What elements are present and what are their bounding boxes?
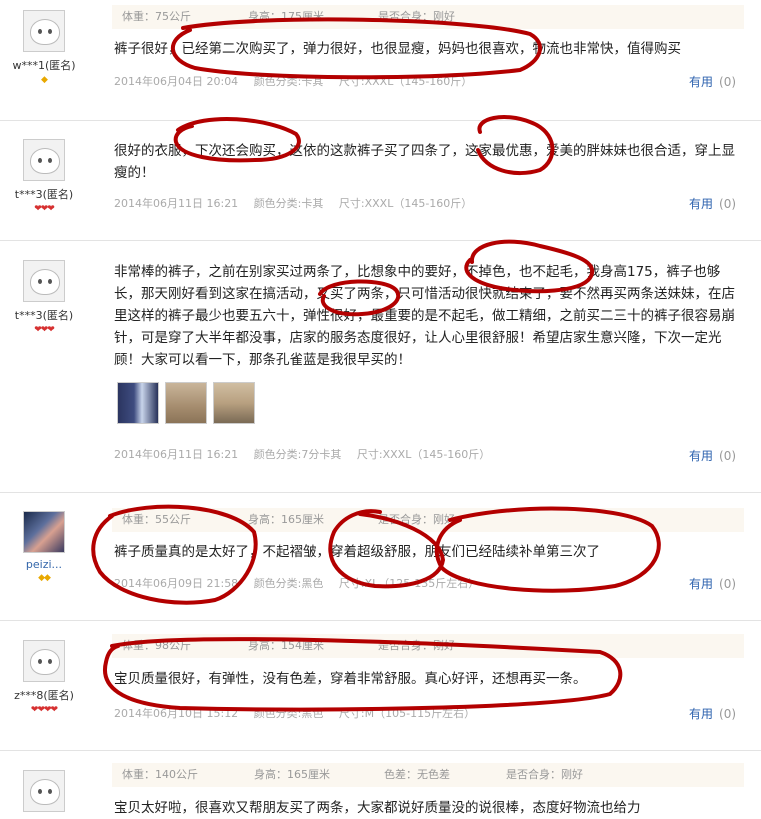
review-photo-thumbnail[interactable] (165, 382, 207, 424)
useful-count: (0) (719, 197, 737, 211)
review-color: 颜色分类:卡其 (253, 75, 324, 88)
review-photos (117, 382, 261, 428)
heart-icon: ❤❤❤ (34, 204, 55, 214)
meta-colordiff: 色差：无色差 (384, 768, 450, 781)
review-date: 2014年06月11日 16:21 (114, 448, 239, 461)
review-comment: 裤子很好，已经第二次购买了，弹力很好，也很显瘦，妈妈也很喜欢，物流也非常快，值得… (114, 41, 681, 57)
useful-vote: 有用 (0) (689, 705, 736, 722)
useful-link[interactable]: 有用 (689, 197, 713, 211)
heart-icon: ❤❤❤ (34, 325, 55, 335)
meta-fit: 是否合身：刚好 (378, 10, 455, 23)
review-date: 2014年06月09日 21:58 (114, 577, 239, 590)
useful-vote: 有用 (0) (689, 195, 736, 212)
review-comment: 很好的衣服，下次还会购买，这依的这款裤子买了四条了，这家最优惠，爱美的胖妹妹也很… (114, 143, 735, 181)
useful-count: (0) (719, 449, 737, 463)
review-size: 尺寸:XXXL（145-160斤） (338, 75, 473, 88)
meta-weight: 体重：98公斤 (122, 639, 191, 652)
default-avatar-icon[interactable] (23, 260, 65, 302)
review-item: z***8(匿名) ❤❤❤❤ 体重：98公斤 身高：154厘米 是否合身：刚好 … (0, 620, 761, 751)
useful-count: (0) (719, 75, 737, 89)
review-photo-thumbnail[interactable] (117, 382, 159, 424)
review-footer: 2014年06月09日 21:58 颜色分类:黑色 尺寸:XL（125-135斤… (114, 575, 491, 591)
meta-height: 身高：175厘米 (248, 10, 324, 23)
reviewer-name: w***1(匿名) (12, 59, 76, 72)
default-avatar-icon[interactable] (23, 640, 65, 682)
reviewer-info (0, 770, 88, 812)
reviewer-info: w***1(匿名) ◆ (0, 10, 88, 85)
meta-fit: 是否合身：刚好 (378, 513, 455, 526)
review-size: 尺寸:M（105-115斤左右） (338, 707, 476, 720)
review-item: peizi... ◆◆ 体重：55公斤 身高：165厘米 是否合身：刚好 裤子质… (0, 492, 761, 621)
review-footer: 2014年06月04日 20:04 颜色分类:卡其 尺寸:XXXL（145-16… (114, 73, 484, 89)
review-photo-thumbnail[interactable] (213, 382, 255, 424)
review-color: 颜色分类:卡其 (253, 197, 324, 210)
reviewer-name: z***8(匿名) (14, 689, 74, 702)
review-comment: 宝贝质量很好，有弹性，没有色差，穿着非常舒服。真心好评，还想再买一条。 (114, 671, 587, 687)
diamond-icon: ◆◆ (38, 573, 51, 583)
review-date: 2014年06月04日 20:04 (114, 75, 239, 88)
meta-height: 身高：165厘米 (248, 513, 324, 526)
reviewer-name: t***3(匿名) (14, 188, 74, 201)
useful-link[interactable]: 有用 (689, 449, 713, 463)
review-color: 颜色分类:黑色 (253, 707, 324, 720)
meta-height: 身高：154厘米 (248, 639, 324, 652)
reviewer-name: t***3(匿名) (14, 309, 74, 322)
review-item: 体重：140公斤 身高：165厘米 色差：无色差 是否合身：刚好 宝贝太好啦，很… (0, 750, 761, 816)
review-size: 尺寸:XXXL（145-160斤） (338, 197, 473, 210)
reviewer-info: peizi... ◆◆ (0, 511, 88, 583)
review-item: w***1(匿名) ◆ 体重：75公斤 身高：175厘米 是否合身：刚好 裤子很… (0, 0, 761, 120)
meta-fit: 是否合身：刚好 (506, 768, 583, 781)
meta-weight: 体重：75公斤 (122, 10, 191, 23)
review-footer: 2014年06月11日 16:21 颜色分类:卡其 尺寸:XXXL（145-16… (114, 195, 484, 211)
reviewer-info: z***8(匿名) ❤❤❤❤ (0, 640, 88, 715)
review-meta: 体重：55公斤 身高：165厘米 是否合身：刚好 (112, 508, 744, 532)
review-comment: 裤子质量真的是太好了，不起褶皱，穿着超级舒服，朋友们已经陆续补单第三次了 (114, 544, 600, 560)
review-size: 尺寸:XXXL（145-160斤） (356, 448, 491, 461)
review-footer: 2014年06月10日 15:12 颜色分类:黑色 尺寸:M（105-115斤左… (114, 705, 487, 721)
useful-link[interactable]: 有用 (689, 75, 713, 89)
useful-link[interactable]: 有用 (689, 577, 713, 591)
reviewer-name[interactable]: peizi... (0, 558, 88, 571)
review-footer: 2014年06月11日 16:21 颜色分类:7分卡其 尺寸:XXXL（145-… (114, 446, 502, 462)
review-meta: 体重：140公斤 身高：165厘米 色差：无色差 是否合身：刚好 (112, 763, 744, 787)
review-size: 尺寸:XL（125-135斤左右） (338, 577, 480, 590)
useful-count: (0) (719, 577, 737, 591)
default-avatar-icon[interactable] (23, 139, 65, 181)
review-date: 2014年06月10日 15:12 (114, 707, 239, 720)
useful-count: (0) (719, 707, 737, 721)
useful-vote: 有用 (0) (689, 73, 736, 90)
review-color: 颜色分类:7分卡其 (253, 448, 342, 461)
default-avatar-icon[interactable] (23, 10, 65, 52)
review-date: 2014年06月11日 16:21 (114, 197, 239, 210)
meta-weight: 体重：55公斤 (122, 513, 191, 526)
review-comment: 非常棒的裤子，之前在别家买过两条了，比想象中的要好，不掉色，也不起毛，我身高17… (114, 264, 735, 368)
meta-height: 身高：165厘米 (254, 768, 330, 781)
reviewer-info: t***3(匿名) ❤❤❤ (0, 139, 88, 214)
review-comment: 宝贝太好啦，很喜欢又帮朋友买了两条，大家都说好质量没的说很棒，态度好物流也给力 (114, 800, 641, 816)
reviewer-info: t***3(匿名) ❤❤❤ (0, 260, 88, 335)
useful-vote: 有用 (0) (689, 575, 736, 592)
meta-weight: 体重：140公斤 (122, 768, 198, 781)
review-meta: 体重：98公斤 身高：154厘米 是否合身：刚好 (112, 634, 744, 658)
user-photo-avatar[interactable] (23, 511, 65, 553)
review-meta: 体重：75公斤 身高：175厘米 是否合身：刚好 (112, 5, 744, 29)
review-item: t***3(匿名) ❤❤❤ 很好的衣服，下次还会购买，这依的这款裤子买了四条了，… (0, 120, 761, 241)
default-avatar-icon[interactable] (23, 770, 65, 812)
useful-link[interactable]: 有用 (689, 707, 713, 721)
heart-icon: ❤❤❤❤ (30, 705, 58, 715)
review-color: 颜色分类:黑色 (253, 577, 324, 590)
review-item: t***3(匿名) ❤❤❤ 非常棒的裤子，之前在别家买过两条了，比想象中的要好，… (0, 240, 761, 493)
diamond-icon: ◆ (41, 75, 48, 85)
useful-vote: 有用 (0) (689, 447, 736, 464)
meta-fit: 是否合身：刚好 (378, 639, 455, 652)
